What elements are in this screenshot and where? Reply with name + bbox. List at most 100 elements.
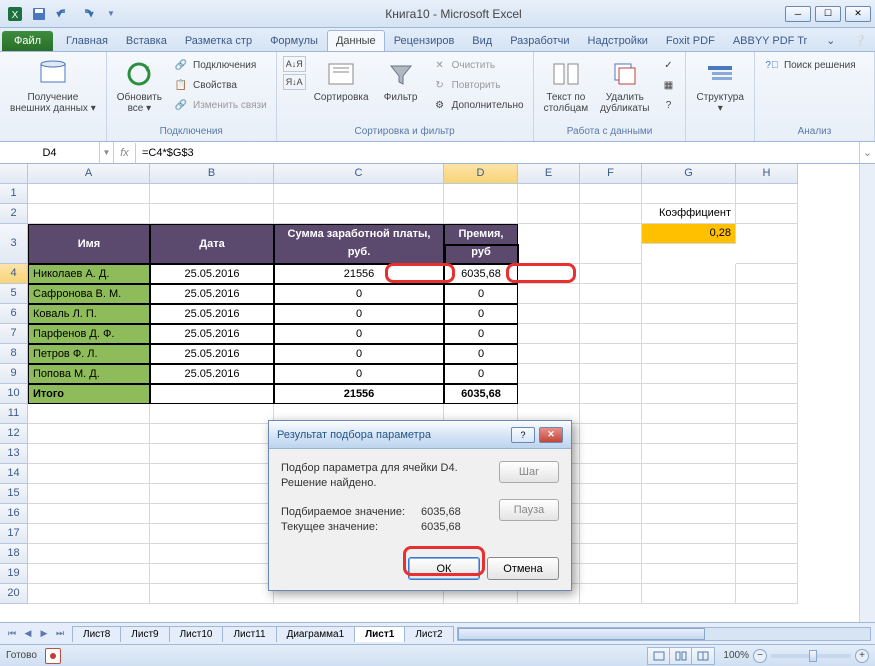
sort-az-button[interactable]: А↓Я — [283, 56, 306, 72]
row-14[interactable]: 14 — [0, 464, 28, 484]
sheet-tab[interactable]: Лист10 — [169, 626, 224, 642]
col-F[interactable]: F — [580, 164, 642, 184]
horizontal-scrollbar[interactable] — [457, 627, 871, 641]
connections-button[interactable]: 🔗Подключения — [170, 56, 270, 74]
row-16[interactable]: 16 — [0, 504, 28, 524]
view-page-layout[interactable] — [670, 648, 692, 664]
name-box-dropdown[interactable]: ▼ — [100, 142, 114, 163]
col-E[interactable]: E — [518, 164, 580, 184]
data-validation-button[interactable]: ✓ — [657, 56, 679, 74]
tab-nav-prev[interactable]: ◀ — [20, 626, 36, 642]
row-20[interactable]: 20 — [0, 584, 28, 604]
tab-layout[interactable]: Разметка стр — [176, 30, 261, 51]
dialog-ok-button[interactable]: ОК — [408, 557, 480, 580]
sort-button[interactable]: Сортировка — [310, 56, 373, 105]
tab-insert[interactable]: Вставка — [117, 30, 176, 51]
tab-nav-next[interactable]: ▶ — [36, 626, 52, 642]
minimize-button[interactable]: ─ — [785, 6, 811, 22]
row-9[interactable]: 9 — [0, 364, 28, 384]
reapply-button[interactable]: ↻Повторить — [429, 76, 527, 94]
row-19[interactable]: 19 — [0, 564, 28, 584]
edit-links-button[interactable]: 🔗Изменить связи — [170, 96, 270, 114]
fx-button[interactable]: fx — [114, 143, 136, 163]
remove-duplicates-button[interactable]: Удалить дубликаты — [596, 56, 653, 116]
zoom-level[interactable]: 100% — [723, 650, 749, 661]
formula-input[interactable] — [136, 147, 859, 159]
row-11[interactable]: 11 — [0, 404, 28, 424]
tab-nav-first[interactable]: ⏮ — [4, 626, 20, 642]
name-box[interactable]: D4 — [0, 142, 100, 163]
filter-button[interactable]: Фильтр — [377, 56, 425, 105]
col-B[interactable]: B — [150, 164, 274, 184]
row-7[interactable]: 7 — [0, 324, 28, 344]
row-17[interactable]: 17 — [0, 524, 28, 544]
row-15[interactable]: 15 — [0, 484, 28, 504]
tab-abbyy[interactable]: ABBYY PDF Tr — [724, 30, 816, 51]
col-C[interactable]: C — [274, 164, 444, 184]
whatif-button[interactable]: ? — [657, 96, 679, 114]
tab-foxit[interactable]: Foxit PDF — [657, 30, 724, 51]
tab-nav-last[interactable]: ⏭ — [52, 626, 68, 642]
sheet-tab[interactable]: Лист8 — [72, 626, 121, 642]
row-13[interactable]: 13 — [0, 444, 28, 464]
close-button[interactable]: ✕ — [845, 6, 871, 22]
sheet-tab[interactable]: Лист9 — [120, 626, 169, 642]
undo-icon[interactable] — [52, 3, 74, 25]
select-all-corner[interactable] — [0, 164, 28, 184]
solver-button[interactable]: ?⃝Поиск решения — [761, 56, 859, 74]
row-3[interactable]: 3 — [0, 224, 28, 264]
sort-za-button[interactable]: Я↓А — [283, 74, 306, 90]
refresh-all-button[interactable]: Обновить все ▾ — [113, 56, 166, 116]
qat-customize-icon[interactable]: ▼ — [100, 3, 122, 25]
formula-bar-expand[interactable]: ⌄ — [859, 142, 875, 163]
tab-addins[interactable]: Надстройки — [579, 30, 657, 51]
help-icon[interactable]: ❔ — [845, 30, 875, 51]
row-18[interactable]: 18 — [0, 544, 28, 564]
zoom-in[interactable]: + — [855, 649, 869, 663]
row-5[interactable]: 5 — [0, 284, 28, 304]
view-normal[interactable] — [648, 648, 670, 664]
tab-developer[interactable]: Разработчи — [501, 30, 578, 51]
row-6[interactable]: 6 — [0, 304, 28, 324]
row-1[interactable]: 1 — [0, 184, 28, 204]
row-10[interactable]: 10 — [0, 384, 28, 404]
sheet-tab[interactable]: Лист2 — [404, 626, 453, 642]
col-H[interactable]: H — [736, 164, 798, 184]
maximize-button[interactable]: ☐ — [815, 6, 841, 22]
advanced-filter-button[interactable]: ⚙Дополнительно — [429, 96, 527, 114]
tab-data[interactable]: Данные — [327, 30, 385, 51]
col-D[interactable]: D — [444, 164, 518, 184]
view-page-break[interactable] — [692, 648, 714, 664]
sheet-tab[interactable]: Лист11 — [222, 626, 276, 642]
properties-button[interactable]: 📋Свойства — [170, 76, 270, 94]
tab-review[interactable]: Рецензиров — [385, 30, 464, 51]
sheet-tab-active[interactable]: Лист1 — [354, 626, 405, 642]
text-to-columns-button[interactable]: Текст по столбцам — [540, 56, 593, 116]
col-A[interactable]: A — [28, 164, 150, 184]
row-4[interactable]: 4 — [0, 264, 28, 284]
tab-home[interactable]: Главная — [57, 30, 117, 51]
sheet-tab[interactable]: Диаграмма1 — [276, 626, 356, 642]
dialog-cancel-button[interactable]: Отмена — [487, 557, 559, 580]
redo-icon[interactable] — [76, 3, 98, 25]
consolidate-button[interactable]: ▦ — [657, 76, 679, 94]
save-icon[interactable] — [28, 3, 50, 25]
excel-icon[interactable]: X — [4, 3, 26, 25]
vertical-scrollbar[interactable] — [859, 164, 875, 622]
row-2[interactable]: 2 — [0, 204, 28, 224]
row-8[interactable]: 8 — [0, 344, 28, 364]
dialog-help-button[interactable]: ? — [511, 427, 535, 443]
file-tab[interactable]: Файл — [2, 31, 53, 51]
ribbon-minimize-icon[interactable]: ⌄ — [818, 30, 843, 51]
row-12[interactable]: 12 — [0, 424, 28, 444]
zoom-slider[interactable] — [771, 654, 851, 658]
col-G[interactable]: G — [642, 164, 736, 184]
tab-formulas[interactable]: Формулы — [261, 30, 327, 51]
zoom-out[interactable]: − — [753, 649, 767, 663]
clear-filter-button[interactable]: ✕Очистить — [429, 56, 527, 74]
dialog-close-button[interactable]: ✕ — [539, 427, 563, 443]
tab-view[interactable]: Вид — [463, 30, 501, 51]
get-external-data-button[interactable]: Получение внешних данных ▾ — [6, 56, 100, 116]
outline-button[interactable]: Структура ▾ — [692, 56, 747, 116]
macro-record-icon[interactable] — [45, 648, 61, 664]
